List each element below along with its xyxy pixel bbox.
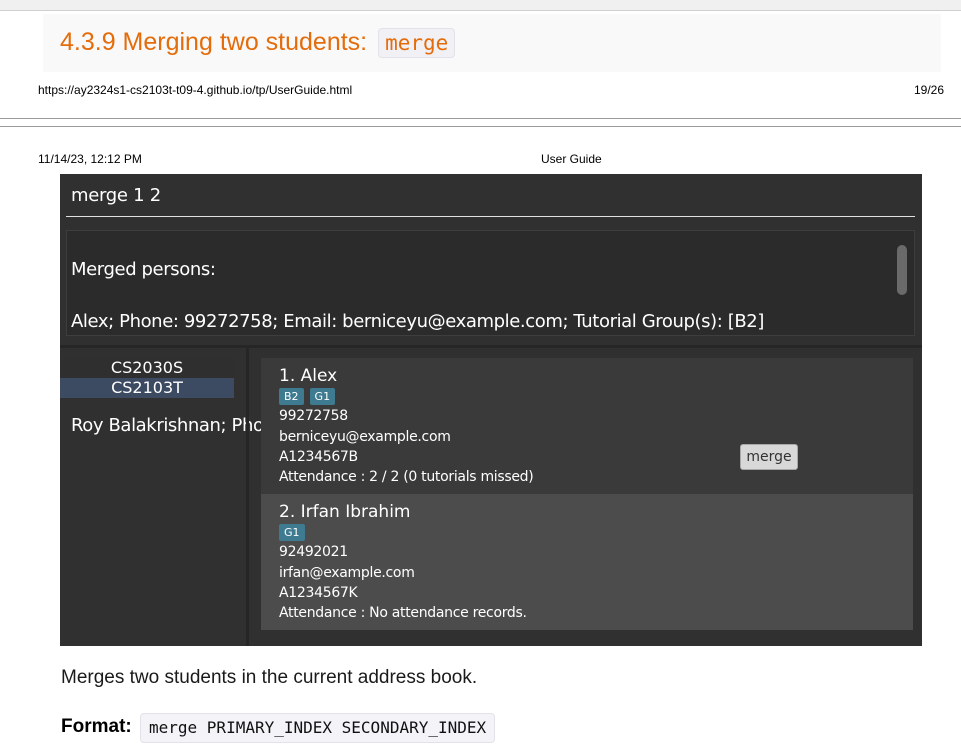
tag-list: B2 G1 <box>279 388 336 405</box>
result-scrollbar[interactable] <box>897 245 907 295</box>
app-screenshot: merge 1 2 Merged persons: Alex; Phone: 9… <box>60 174 922 646</box>
section-heading: 4.3.9 Merging two students: merge <box>60 28 456 58</box>
person-attendance: Attendance : No attendance records. <box>279 605 527 621</box>
format-code: merge PRIMARY_INDEX SECONDARY_INDEX <box>140 713 496 743</box>
header-datetime: 11/14/23, 12:12 PM <box>38 152 142 166</box>
tag-badge: B2 <box>279 388 304 405</box>
result-line: Merged persons: <box>71 259 216 280</box>
person-email: irfan@example.com <box>279 565 415 581</box>
panel-split[interactable] <box>246 348 249 646</box>
section-heading-code: merge <box>378 28 456 58</box>
course-item-cs2103t[interactable]: CS2103T <box>60 378 234 398</box>
header-title: User Guide <box>541 152 602 166</box>
command-box[interactable]: merge 1 2 <box>71 185 161 206</box>
merge-button[interactable]: merge <box>740 444 798 470</box>
person-name: 2. Irfan Ibrahim <box>279 502 411 522</box>
description: Merges two students in the current addre… <box>61 667 478 688</box>
result-line: Alex; Phone: 99272758; Email: berniceyu@… <box>71 311 764 332</box>
page-top-strip <box>0 0 961 11</box>
person-card[interactable]: 2. Irfan Ibrahim G1 92492021 irfan@examp… <box>261 494 913 630</box>
footer-page-number: 19/26 <box>913 83 944 97</box>
person-phone: 99272758 <box>279 408 348 424</box>
tag-list: G1 <box>279 524 305 541</box>
tag-badge: G1 <box>279 524 305 541</box>
page-break-line <box>0 118 961 119</box>
result-display: Merged persons: Alex; Phone: 99272758; E… <box>66 230 915 436</box>
tag-badge: G1 <box>309 388 336 405</box>
format-label: Format: <box>61 716 132 737</box>
person-email: berniceyu@example.com <box>279 429 451 445</box>
person-student-id: A1234567K <box>279 585 358 601</box>
person-card[interactable]: 1. Alex B2 G1 99272758 berniceyu@example… <box>261 358 913 494</box>
person-student-id: A1234567B <box>279 449 358 465</box>
panel-divider <box>60 345 922 348</box>
page-break-line <box>0 126 961 127</box>
person-phone: 92492021 <box>279 544 348 560</box>
person-attendance: Attendance : 2 / 2 (0 tutorials missed) <box>279 469 534 485</box>
course-item-cs2030s[interactable]: CS2030S <box>60 358 234 378</box>
section-heading-text: 4.3.9 Merging two students: <box>60 28 368 56</box>
person-name: 1. Alex <box>279 366 338 386</box>
footer-url: https://ay2324s1-cs2103t-t09-4.github.io… <box>38 83 353 97</box>
command-underline <box>66 216 915 217</box>
